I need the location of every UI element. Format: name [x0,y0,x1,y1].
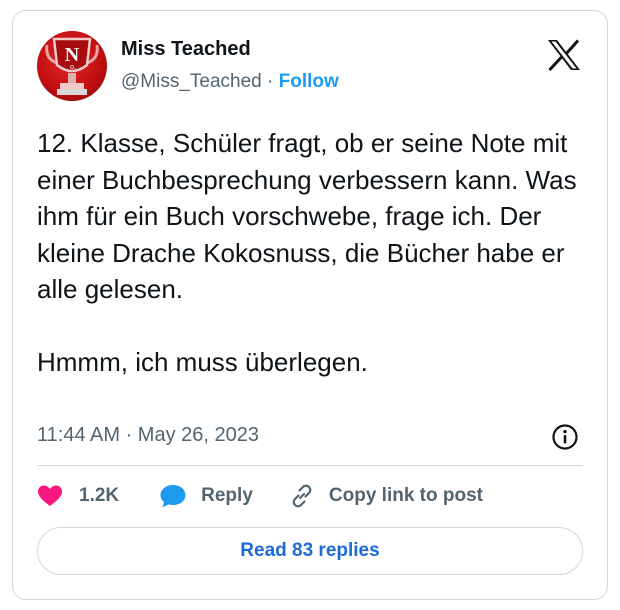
author-handle[interactable]: @Miss_Teached [121,71,262,92]
svg-text:o.: o. [70,62,76,71]
handle-separator: · [267,71,274,92]
trophy-avatar-icon: N o. [45,37,99,95]
tweet-embed-card: N o. Miss Teached @Miss_Teached · Follow… [12,10,608,600]
follow-button[interactable]: Follow [279,71,339,92]
reply-label: Reply [201,485,253,506]
like-count: 1.2K [79,485,120,506]
copy-link-button[interactable]: Copy link to post [289,483,483,509]
heart-icon [38,485,62,506]
tweet-text: 12. Klasse, Schüler fragt, ob er seine N… [37,128,577,377]
tweet-actions: 1.2K Reply Copy link to post [37,481,483,511]
info-icon[interactable] [551,423,579,451]
tweet-timestamp[interactable]: 11:44 AM · May 26, 2023 [37,424,259,447]
author-avatar[interactable]: N o. [37,31,107,101]
author-handle-row: @Miss_Teached · Follow [121,71,339,93]
x-logo-icon[interactable] [547,39,581,72]
copy-link-label: Copy link to post [328,485,483,506]
divider [37,465,583,466]
like-button[interactable]: 1.2K [37,484,119,508]
read-replies-button[interactable]: Read 83 replies [37,527,583,575]
reply-button[interactable]: Reply [159,483,253,509]
speech-bubble-icon [160,485,186,508]
link-icon [292,484,312,508]
author-name[interactable]: Miss Teached [121,38,251,61]
